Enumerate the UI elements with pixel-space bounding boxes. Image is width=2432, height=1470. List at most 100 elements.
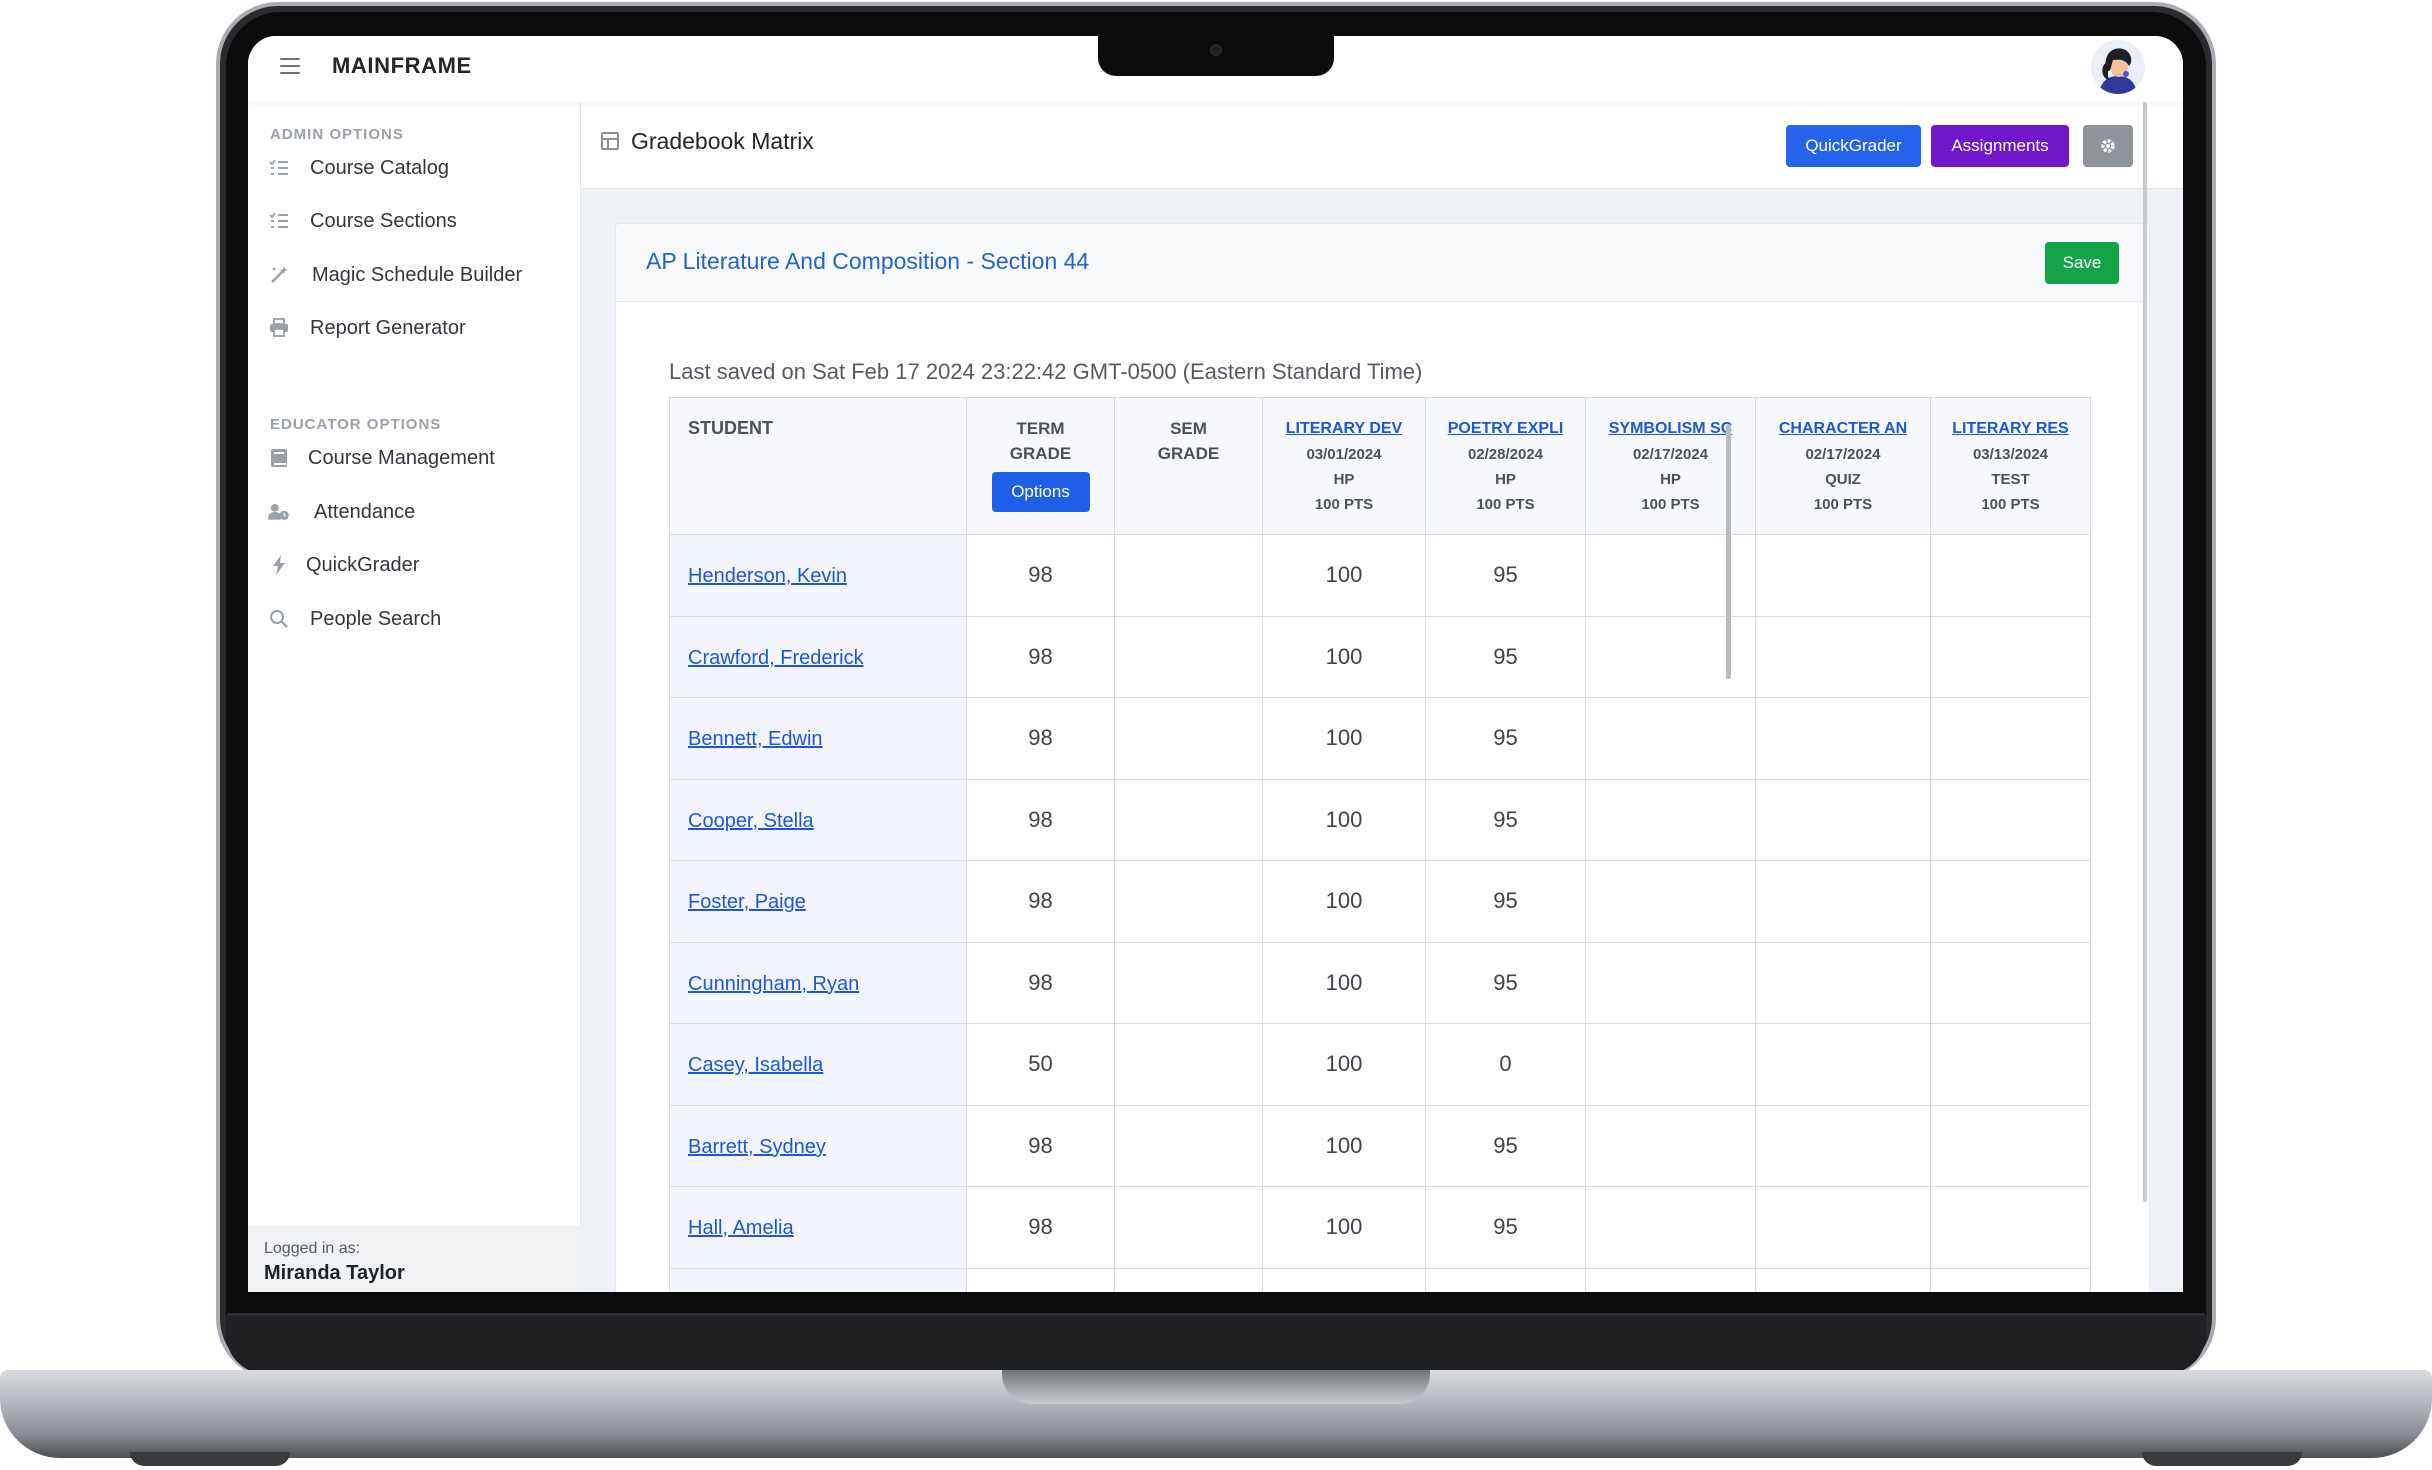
- term-grade-cell[interactable]: 98: [966, 860, 1115, 943]
- score-cell[interactable]: 100: [1262, 941, 1426, 1024]
- term-grade-cell[interactable]: 50: [966, 1023, 1115, 1106]
- table-scrollbar-thumb[interactable]: [1726, 424, 1731, 679]
- score-cell[interactable]: 100: [1262, 697, 1426, 780]
- brand-logo[interactable]: MAINFRAME: [332, 50, 472, 82]
- student-column-header[interactable]: STUDENT: [669, 397, 967, 535]
- score-cell[interactable]: [1755, 1023, 1931, 1106]
- score-cell[interactable]: [1755, 1104, 1931, 1187]
- page-scrollbar-thumb[interactable]: [2143, 102, 2147, 1202]
- sem-grade-cell[interactable]: [1114, 1267, 1263, 1292]
- student-name-link[interactable]: Foster, Paige: [688, 891, 806, 913]
- sidebar-item-course-management[interactable]: Course Management: [268, 438, 568, 478]
- score-cell[interactable]: 0: [1425, 1023, 1586, 1106]
- score-cell[interactable]: [1755, 941, 1931, 1024]
- student-name-link[interactable]: Cooper, Stella: [688, 810, 814, 832]
- score-cell[interactable]: [1755, 778, 1931, 861]
- score-cell[interactable]: [1930, 697, 2091, 780]
- user-avatar[interactable]: [2091, 40, 2145, 94]
- score-cell[interactable]: [1930, 778, 2091, 861]
- score-cell[interactable]: 100: [1262, 1023, 1426, 1106]
- sem-grade-cell[interactable]: [1114, 778, 1263, 861]
- score-cell[interactable]: [1755, 534, 1931, 617]
- assignment-link[interactable]: LITERARY RES: [1931, 416, 2090, 442]
- sidebar-item-report-generator[interactable]: Report Generator: [268, 308, 568, 348]
- score-cell[interactable]: 95: [1425, 1104, 1586, 1187]
- score-cell[interactable]: [1585, 1267, 1756, 1292]
- score-cell[interactable]: [1585, 941, 1756, 1024]
- student-name-link[interactable]: Casey, Isabella: [688, 1054, 823, 1076]
- term-grade-cell[interactable]: 98: [966, 697, 1115, 780]
- student-name-link[interactable]: Barrett, Sydney: [688, 1136, 826, 1158]
- score-cell[interactable]: 100: [1262, 1104, 1426, 1187]
- score-cell[interactable]: 95: [1425, 697, 1586, 780]
- score-cell[interactable]: 100: [1262, 615, 1426, 698]
- student-name-link[interactable]: Hall, Amelia: [688, 1217, 794, 1239]
- page-scrollbar[interactable]: [2143, 102, 2149, 1222]
- sem-grade-cell[interactable]: [1114, 1186, 1263, 1269]
- score-cell[interactable]: [1585, 860, 1756, 943]
- options-button[interactable]: Options: [991, 472, 1090, 512]
- sem-grade-cell[interactable]: [1114, 615, 1263, 698]
- score-cell[interactable]: 95: [1425, 778, 1586, 861]
- score-cell[interactable]: [1930, 1186, 2091, 1269]
- score-cell[interactable]: [1930, 1023, 2091, 1106]
- sem-grade-cell[interactable]: [1114, 941, 1263, 1024]
- score-cell[interactable]: [1585, 697, 1756, 780]
- sem-grade-cell[interactable]: [1114, 860, 1263, 943]
- assignments-button[interactable]: Assignments: [1931, 125, 2069, 167]
- score-cell[interactable]: [1585, 1104, 1756, 1187]
- score-cell[interactable]: [1585, 778, 1756, 861]
- student-name-link[interactable]: Cunningham, Ryan: [688, 973, 859, 995]
- score-cell[interactable]: [1930, 615, 2091, 698]
- score-cell[interactable]: 100: [1262, 1186, 1426, 1269]
- sidebar-item-course-catalog[interactable]: Course Catalog: [268, 148, 568, 188]
- sidebar-item-quickgrader[interactable]: QuickGrader: [268, 545, 568, 585]
- sidebar-item-attendance[interactable]: Attendance: [268, 492, 568, 532]
- score-cell[interactable]: 95: [1425, 860, 1586, 943]
- term-grade-cell[interactable]: 98: [966, 1186, 1115, 1269]
- score-cell[interactable]: [1262, 1267, 1426, 1292]
- sem-grade-cell[interactable]: [1114, 1023, 1263, 1106]
- score-cell[interactable]: [1755, 1186, 1931, 1269]
- sem-grade-cell[interactable]: [1114, 1104, 1263, 1187]
- score-cell[interactable]: [1930, 534, 2091, 617]
- term-grade-cell[interactable]: 98: [966, 615, 1115, 698]
- score-cell[interactable]: 100: [1262, 534, 1426, 617]
- score-cell[interactable]: [1930, 860, 2091, 943]
- assignment-link[interactable]: CHARACTER AN: [1756, 416, 1930, 442]
- score-cell[interactable]: [1755, 697, 1931, 780]
- gradebook-table-container[interactable]: STUDENT TERM GRADE Options SEM GRADE LIT…: [669, 397, 2093, 1292]
- sidebar-item-course-sections[interactable]: Course Sections: [268, 201, 568, 241]
- term-grade-cell[interactable]: 98: [966, 941, 1115, 1024]
- score-cell[interactable]: [1755, 615, 1931, 698]
- term-grade-cell[interactable]: 98: [966, 778, 1115, 861]
- sem-grade-cell[interactable]: [1114, 534, 1263, 617]
- score-cell[interactable]: 95: [1425, 1186, 1586, 1269]
- student-name-link[interactable]: Henderson, Kevin: [688, 565, 847, 587]
- score-cell[interactable]: [1755, 860, 1931, 943]
- term-grade-cell[interactable]: 98: [966, 1104, 1115, 1187]
- assignment-link[interactable]: POETRY EXPLI: [1426, 416, 1585, 442]
- assignment-link[interactable]: LITERARY DEV: [1263, 416, 1425, 442]
- settings-button[interactable]: [2083, 125, 2133, 167]
- score-cell[interactable]: 95: [1425, 941, 1586, 1024]
- save-button[interactable]: Save: [2045, 242, 2119, 284]
- score-cell[interactable]: 95: [1425, 615, 1586, 698]
- term-grade-cell[interactable]: 98: [966, 534, 1115, 617]
- term-grade-cell[interactable]: [966, 1267, 1115, 1292]
- score-cell[interactable]: [1930, 941, 2091, 1024]
- score-cell[interactable]: 100: [1262, 778, 1426, 861]
- score-cell[interactable]: [1930, 1267, 2091, 1292]
- sem-grade-cell[interactable]: [1114, 697, 1263, 780]
- score-cell[interactable]: 95: [1425, 534, 1586, 617]
- score-cell[interactable]: [1585, 1023, 1756, 1106]
- sidebar-item-people-search[interactable]: People Search: [268, 599, 568, 639]
- score-cell[interactable]: [1755, 1267, 1931, 1292]
- sidebar-item-magic-schedule-builder[interactable]: Magic Schedule Builder: [268, 255, 568, 295]
- hamburger-menu-icon[interactable]: [280, 58, 300, 78]
- score-cell[interactable]: [1585, 1186, 1756, 1269]
- score-cell[interactable]: [1425, 1267, 1586, 1292]
- student-name-link[interactable]: Bennett, Edwin: [688, 728, 823, 750]
- student-name-link[interactable]: Crawford, Frederick: [688, 647, 864, 669]
- score-cell[interactable]: 100: [1262, 860, 1426, 943]
